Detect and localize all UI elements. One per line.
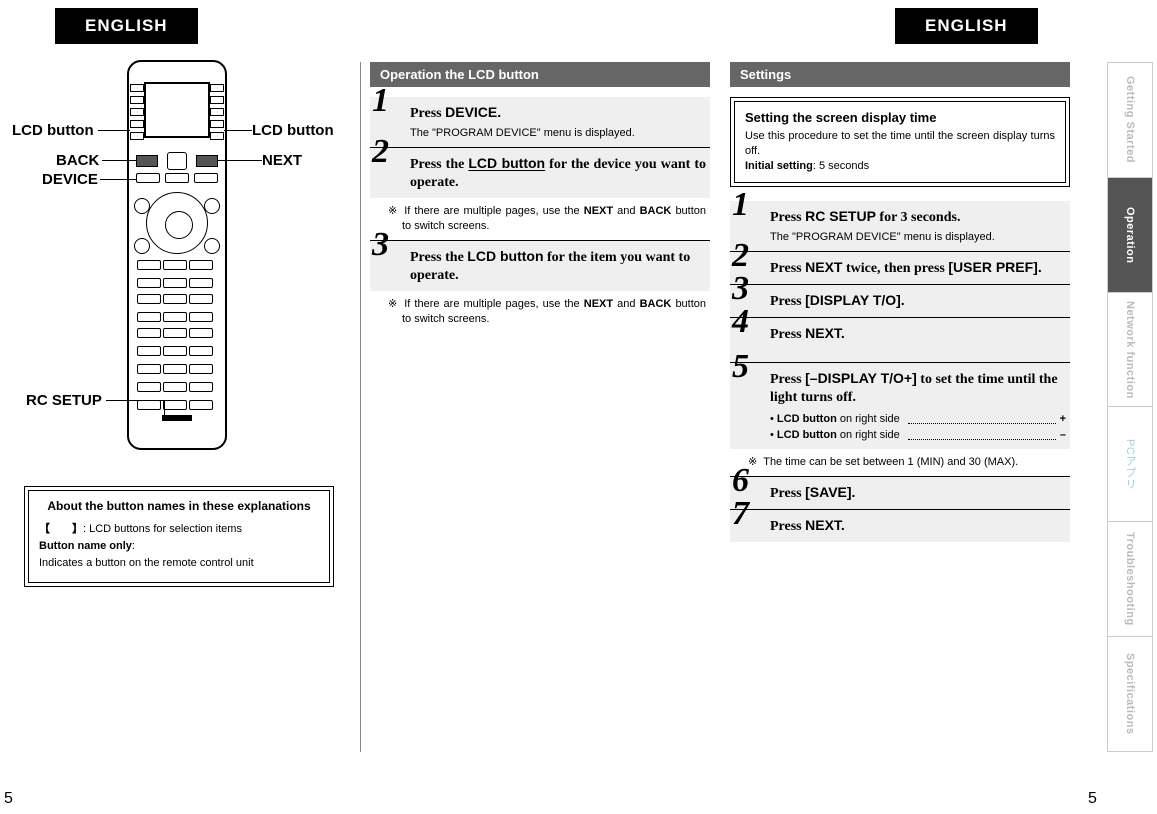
s1: 1 Press RC SETUP for 3 seconds. The "PRO… xyxy=(730,201,1070,251)
step-3: 3 Press the LCD button for the item you … xyxy=(370,241,710,291)
nav-specifications[interactable]: Specifications xyxy=(1108,637,1152,751)
s7: 7 Press NEXT. xyxy=(730,510,1070,542)
page-number-left: 5 xyxy=(4,790,13,808)
lang-tab-right: ENGLISH xyxy=(895,8,1038,44)
remote-diagram: LCD button LCD button BACK DEVICE NEXT R… xyxy=(12,60,332,470)
s5-note: ※The time can be set between 1 (MIN) and… xyxy=(744,449,1070,476)
section-header-settings: Settings xyxy=(730,62,1070,87)
note-2: ※If there are multiple pages, use the NE… xyxy=(384,291,710,333)
label-next: NEXT xyxy=(262,152,302,169)
s2: 2 Press NEXT twice, then press [USER PRE… xyxy=(730,252,1070,284)
setting-box: Setting the screen display time Use this… xyxy=(730,97,1070,187)
s3: 3 Press [DISPLAY T/O]. xyxy=(730,285,1070,317)
nav-pc-app[interactable]: PCアプリ xyxy=(1108,407,1152,522)
section-header-operation: Operation the LCD button xyxy=(370,62,710,87)
s4: 4 Press NEXT. xyxy=(730,318,1070,362)
s6: 6 Press [SAVE]. xyxy=(730,477,1070,509)
about-title: About the button names in these explanat… xyxy=(39,499,319,513)
lang-tab-left: ENGLISH xyxy=(55,8,198,44)
about-box: About the button names in these explanat… xyxy=(24,486,334,587)
label-lcd-right: LCD button xyxy=(252,122,334,139)
side-nav: Getting Started Operation Network functi… xyxy=(1107,62,1153,752)
page-number-right: 5 xyxy=(1088,790,1097,808)
step-1: 1 Press DEVICE. The "PROGRAM DEVICE" men… xyxy=(370,97,710,147)
label-rc-setup: RC SETUP xyxy=(26,392,102,409)
col-operation: Operation the LCD button 1 Press DEVICE.… xyxy=(370,62,710,333)
label-device: DEVICE xyxy=(42,171,98,188)
col-settings: Settings Setting the screen display time… xyxy=(730,62,1070,542)
s5: 5 Press [–DISPLAY T/O+] to set the time … xyxy=(730,363,1070,449)
nav-getting-started[interactable]: Getting Started xyxy=(1108,63,1152,178)
nav-operation[interactable]: Operation xyxy=(1108,178,1152,293)
nav-troubleshooting[interactable]: Troubleshooting xyxy=(1108,522,1152,637)
label-lcd-left: LCD button xyxy=(12,122,94,139)
label-back: BACK xyxy=(56,152,99,169)
nav-network[interactable]: Network function xyxy=(1108,293,1152,408)
note-1: ※If there are multiple pages, use the NE… xyxy=(384,198,710,240)
step-2: 2 Press the LCD button for the device yo… xyxy=(370,148,710,198)
